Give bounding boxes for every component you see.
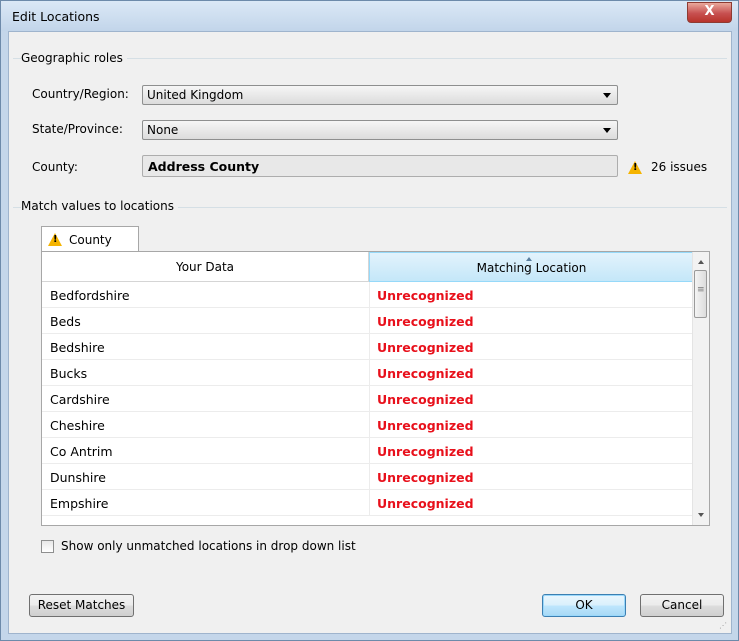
dialog-title: Edit Locations xyxy=(12,9,100,24)
column-header-matching-location-label: Matching Location xyxy=(476,261,587,275)
title-bar: Edit Locations X xyxy=(1,1,738,31)
scroll-up-icon[interactable] xyxy=(698,260,704,264)
your-data-cell: Bedshire xyxy=(50,340,105,355)
show-unmatched-label[interactable]: Show only unmatched locations in drop do… xyxy=(61,539,356,553)
chevron-down-icon xyxy=(603,128,611,133)
state-province-label: State/Province: xyxy=(32,122,123,136)
your-data-cell: Cheshire xyxy=(50,418,105,433)
table-row[interactable]: Cheshire Unrecognized xyxy=(42,412,694,438)
dialog-client-area: Geographic roles Country/Region: United … xyxy=(8,31,732,634)
warning-icon xyxy=(48,233,62,246)
table-row[interactable]: Dunshire Unrecognized xyxy=(42,464,694,490)
resize-grip-icon[interactable]: ⋰ xyxy=(719,621,729,631)
your-data-cell: Co Antrim xyxy=(50,444,113,459)
scroll-down-icon[interactable] xyxy=(698,513,704,517)
state-province-dropdown[interactable]: None xyxy=(142,120,618,140)
table-row[interactable]: Cardshire Unrecognized xyxy=(42,386,694,412)
tab-county[interactable]: County xyxy=(41,226,139,252)
warning-icon xyxy=(628,160,642,174)
geographic-roles-heading: Geographic roles xyxy=(21,51,127,65)
table-row[interactable]: Bucks Unrecognized xyxy=(42,360,694,386)
matching-location-cell[interactable]: Unrecognized xyxy=(377,288,474,303)
reset-matches-button[interactable]: Reset Matches xyxy=(29,594,134,617)
matching-location-cell[interactable]: Unrecognized xyxy=(377,418,474,433)
country-region-label: Country/Region: xyxy=(32,87,129,101)
vertical-scrollbar[interactable] xyxy=(692,252,709,525)
table-row[interactable]: Beds Unrecognized xyxy=(42,308,694,334)
sort-ascending-icon xyxy=(526,257,532,261)
your-data-cell: Bucks xyxy=(50,366,88,381)
table-row[interactable]: Bedshire Unrecognized xyxy=(42,334,694,360)
edit-locations-dialog: Edit Locations X Geographic roles Countr… xyxy=(0,0,739,641)
your-data-cell: Beds xyxy=(50,314,81,329)
match-values-heading: Match values to locations xyxy=(21,199,178,213)
table-row[interactable]: Bedfordshire Unrecognized xyxy=(42,282,694,308)
chevron-down-icon xyxy=(603,93,611,98)
county-field: Address County xyxy=(142,155,618,177)
country-region-value: United Kingdom xyxy=(147,88,244,102)
your-data-cell: Cardshire xyxy=(50,392,110,407)
matching-location-cell[interactable]: Unrecognized xyxy=(377,392,474,407)
matching-location-cell[interactable]: Unrecognized xyxy=(377,496,474,511)
column-header-your-data[interactable]: Your Data xyxy=(42,252,369,282)
state-province-value: None xyxy=(147,123,179,137)
table-row[interactable]: Co Antrim Unrecognized xyxy=(42,438,694,464)
matching-location-cell[interactable]: Unrecognized xyxy=(377,444,474,459)
scrollbar-thumb[interactable] xyxy=(694,270,707,318)
matching-location-cell[interactable]: Unrecognized xyxy=(377,366,474,381)
table-row[interactable]: Empshire Unrecognized xyxy=(42,490,694,516)
ok-button[interactable]: OK xyxy=(542,594,626,617)
county-value: Address County xyxy=(148,159,260,174)
country-region-dropdown[interactable]: United Kingdom xyxy=(142,85,618,105)
matching-location-cell[interactable]: Unrecognized xyxy=(377,314,474,329)
location-match-table: Your Data Matching Location Bedfordshire… xyxy=(41,251,710,526)
your-data-cell: Empshire xyxy=(50,496,109,511)
matching-location-cell[interactable]: Unrecognized xyxy=(377,470,474,485)
column-header-matching-location[interactable]: Matching Location xyxy=(369,252,694,282)
tab-county-label: County xyxy=(69,233,112,247)
your-data-cell: Dunshire xyxy=(50,470,106,485)
close-button[interactable]: X xyxy=(687,2,732,23)
show-unmatched-checkbox[interactable] xyxy=(41,540,54,553)
county-issues-count[interactable]: 26 issues xyxy=(651,160,707,174)
cancel-button[interactable]: Cancel xyxy=(640,594,724,617)
county-label: County: xyxy=(32,160,78,174)
your-data-cell: Bedfordshire xyxy=(50,288,130,303)
table-body: Bedfordshire Unrecognized Beds Unrecognize… xyxy=(42,282,694,516)
matching-location-cell[interactable]: Unrecognized xyxy=(377,340,474,355)
